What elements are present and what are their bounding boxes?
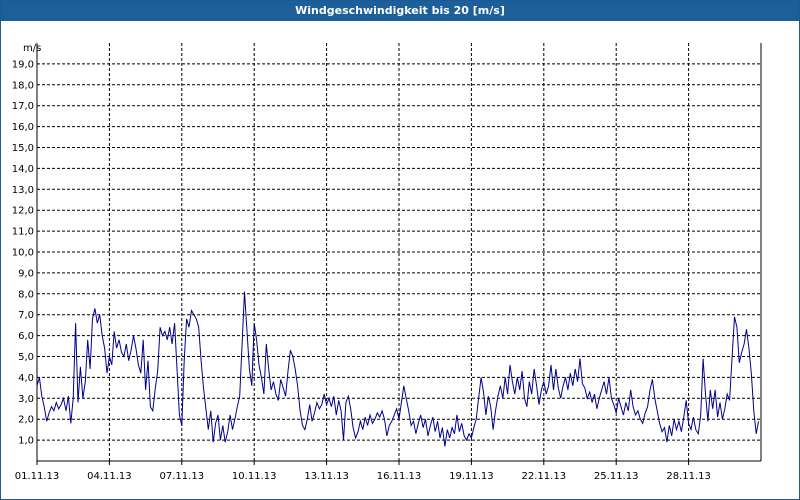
x-tick-label: 04.11.13 bbox=[87, 471, 132, 482]
x-tick-label: 10.11.13 bbox=[232, 471, 277, 482]
x-tick-label: 19.11.13 bbox=[449, 471, 494, 482]
y-tick-label: 9,0 bbox=[18, 268, 34, 279]
y-tick-label: 17,0 bbox=[12, 101, 34, 112]
grid-lines bbox=[36, 43, 761, 465]
y-tick-label: 15,0 bbox=[12, 143, 34, 154]
x-tick-label: 01.11.13 bbox=[15, 471, 60, 482]
y-tick-label: 11,0 bbox=[12, 227, 34, 238]
y-tick-labels: 1,0 2,0 3,0 4,0 5,0 6,0 7,0 8,0 9,0 10,0 11,0 12,0 1… bbox=[12, 59, 34, 446]
y-tick-label: 1,0 bbox=[18, 436, 34, 447]
x-tick-label: 25.11.13 bbox=[594, 471, 639, 482]
y-tick-label: 12,0 bbox=[12, 206, 34, 217]
y-tick-label: 5,0 bbox=[18, 352, 34, 363]
y-tick-label: 13,0 bbox=[12, 185, 34, 196]
y-tick-label: 18,0 bbox=[12, 80, 34, 91]
x-tick-label: 07.11.13 bbox=[160, 471, 205, 482]
y-tick-label: 10,0 bbox=[12, 248, 34, 259]
x-tick-label: 13.11.13 bbox=[304, 471, 349, 482]
y-tick-label: 16,0 bbox=[12, 122, 34, 133]
y-tick-label: 6,0 bbox=[18, 331, 34, 342]
x-tick-label: 16.11.13 bbox=[377, 471, 422, 482]
y-tick-label: 2,0 bbox=[18, 415, 34, 426]
y-tick-label: 19,0 bbox=[12, 59, 34, 70]
wind-speed-chart: m/s 1,02,03,04,05,06,07,08,09,010,011,01… bbox=[12, 43, 762, 482]
y-tick-label: 3,0 bbox=[18, 394, 34, 405]
x-tick-label: 22.11.13 bbox=[522, 471, 567, 482]
y-tick-label: 14,0 bbox=[12, 164, 34, 175]
y-tick-label: 7,0 bbox=[18, 310, 34, 321]
chart-window: Windgeschwindigkeit bis 20 [m/s] m/s 1,0… bbox=[0, 0, 800, 500]
x-tick-label: 28.11.13 bbox=[666, 471, 711, 482]
y-unit-label: m/s bbox=[23, 43, 41, 54]
y-tick-label: 8,0 bbox=[18, 289, 34, 300]
y-tick-label: 4,0 bbox=[18, 373, 34, 384]
x-tick-labels: 01.11.13 04.11.13 07.11.13 10.11.13 13.11.13… bbox=[15, 471, 711, 482]
